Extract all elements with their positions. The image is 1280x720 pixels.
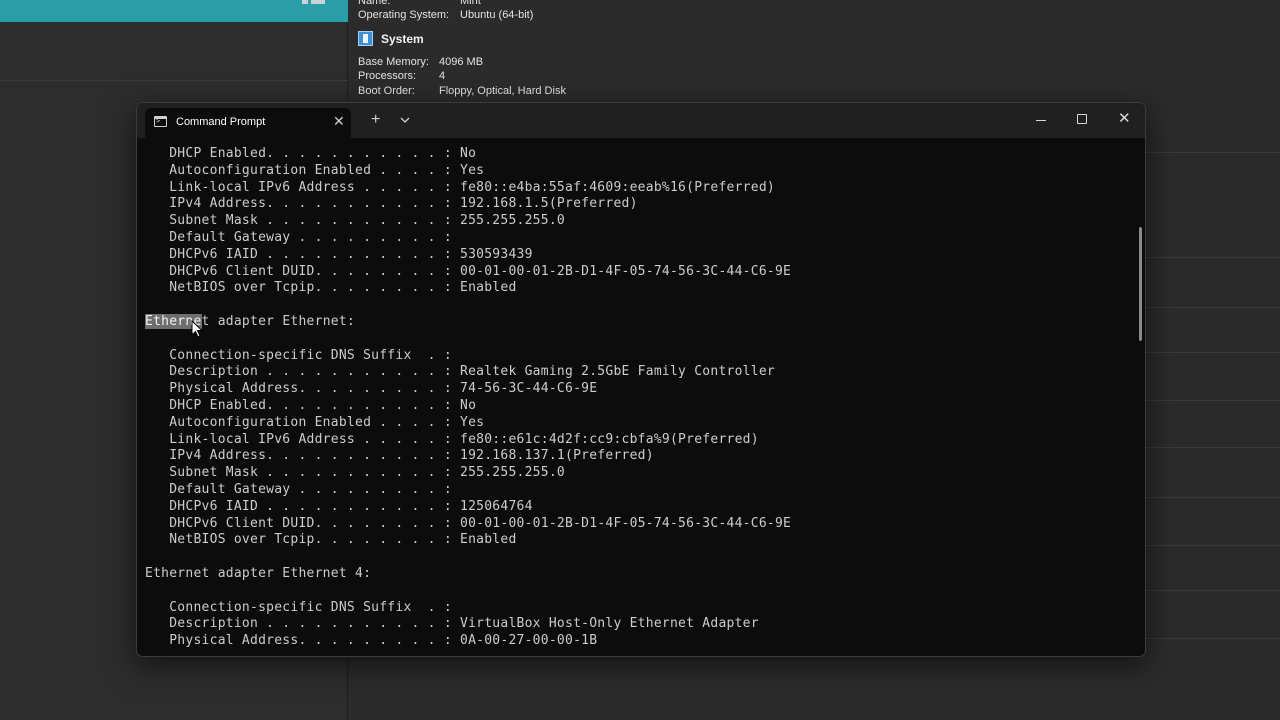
base-memory-value: 4096 MB <box>439 56 484 68</box>
console-line: IPv4 Address. . . . . . . . . . . : 192.… <box>145 448 654 464</box>
console-line: DHCPv6 IAID . . . . . . . . . . . : 1250… <box>145 498 533 514</box>
window-titlebar[interactable]: Command Prompt ✕ + ✕ <box>137 103 1145 138</box>
console-scrollbar[interactable] <box>1139 227 1142 341</box>
details-divider <box>1146 447 1280 448</box>
mouse-cursor-icon <box>191 320 203 338</box>
console-line: Connection-specific DNS Suffix . : <box>145 599 452 615</box>
console-line: NetBIOS over Tcpip. . . . . . . . : Enab… <box>145 532 517 548</box>
console-line: DHCP Enabled. . . . . . . . . . . : No <box>145 146 477 161</box>
vm-state-icon <box>302 0 326 4</box>
console-line: Description . . . . . . . . . . . : Virt… <box>145 616 759 632</box>
command-prompt-window[interactable]: Command Prompt ✕ + ✕ DHCP Enabled. . . .… <box>136 102 1146 657</box>
base-memory-label: Base Memory: <box>358 56 429 68</box>
minimize-icon[interactable] <box>1035 113 1049 127</box>
console-line: Default Gateway . . . . . . . . . : <box>145 230 452 245</box>
console-line: Subnet Mask . . . . . . . . . . . : 255.… <box>145 213 565 229</box>
console-line: Default Gateway . . . . . . . . . : <box>145 482 452 497</box>
processors-value: 4 <box>439 70 446 82</box>
console-line: DHCPv6 Client DUID. . . . . . . . : 00-0… <box>145 515 792 531</box>
console-line: Autoconfiguration Enabled . . . . : Yes <box>145 162 485 178</box>
chevron-down-icon[interactable] <box>399 116 411 124</box>
console-line: DHCP Enabled. . . . . . . . . . . : No <box>145 398 477 413</box>
console-line: Autoconfiguration Enabled . . . . : Yes <box>145 414 485 430</box>
tab-title: Command Prompt <box>176 116 266 128</box>
details-divider <box>1146 152 1280 153</box>
console-line: Connection-specific DNS Suffix . : <box>145 347 452 363</box>
os-value: Ubuntu (64-bit) <box>460 9 534 21</box>
console-line: Link-local IPv6 Address . . . . . : fe80… <box>145 179 775 195</box>
details-divider <box>1146 400 1280 401</box>
system-section-header[interactable]: System <box>358 31 424 46</box>
console-line: Physical Address. . . . . . . . . : 0A-0… <box>145 633 598 649</box>
console-line: NetBIOS over Tcpip. . . . . . . . : Enab… <box>145 280 517 296</box>
boot-order-value: Floppy, Optical, Hard Disk <box>439 85 566 97</box>
terminal-icon <box>154 116 167 127</box>
console-output[interactable]: DHCP Enabled. . . . . . . . . . . : No A… <box>137 138 1137 656</box>
system-icon <box>358 31 373 46</box>
system-section-title: System <box>381 31 424 46</box>
console-line: Ethernet adapter Ethernet: <box>145 313 355 330</box>
details-divider <box>1146 638 1280 639</box>
console-line: DHCPv6 IAID . . . . . . . . . . . : 5305… <box>145 246 533 262</box>
vm-name-label: Name: <box>358 0 391 7</box>
tab-command-prompt[interactable]: Command Prompt ✕ <box>145 108 351 138</box>
maximize-icon[interactable] <box>1077 114 1087 124</box>
close-window-icon[interactable]: ✕ <box>1118 111 1131 126</box>
vm-list-divider <box>0 80 348 81</box>
console-line: Description . . . . . . . . . . . : Real… <box>145 364 775 380</box>
console-line: DHCPv6 Client DUID. . . . . . . . : 00-0… <box>145 263 792 279</box>
details-divider <box>1146 497 1280 498</box>
vm-name-value: Mint <box>460 0 481 7</box>
console-line-text: t adapter Ethernet: <box>201 314 356 329</box>
console-line: IPv4 Address. . . . . . . . . . . : 192.… <box>145 196 638 212</box>
details-divider <box>1146 352 1280 353</box>
details-divider <box>1146 307 1280 308</box>
console-line: Ethernet adapter Ethernet 4: <box>145 566 372 581</box>
console-line: Link-local IPv6 Address . . . . . : fe80… <box>145 431 759 447</box>
vbox-selected-vm-bar[interactable] <box>0 0 348 22</box>
plus-icon[interactable]: + <box>371 112 380 128</box>
console-line: Physical Address. . . . . . . . . : 74-5… <box>145 381 598 397</box>
console-line: Subnet Mask . . . . . . . . . . . : 255.… <box>145 465 565 481</box>
details-divider <box>1146 545 1280 546</box>
details-divider <box>1146 257 1280 258</box>
close-icon[interactable]: ✕ <box>333 114 345 128</box>
boot-order-label: Boot Order: <box>358 85 415 97</box>
os-label: Operating System: <box>358 9 450 21</box>
details-divider <box>1146 590 1280 591</box>
processors-label: Processors: <box>358 70 417 82</box>
